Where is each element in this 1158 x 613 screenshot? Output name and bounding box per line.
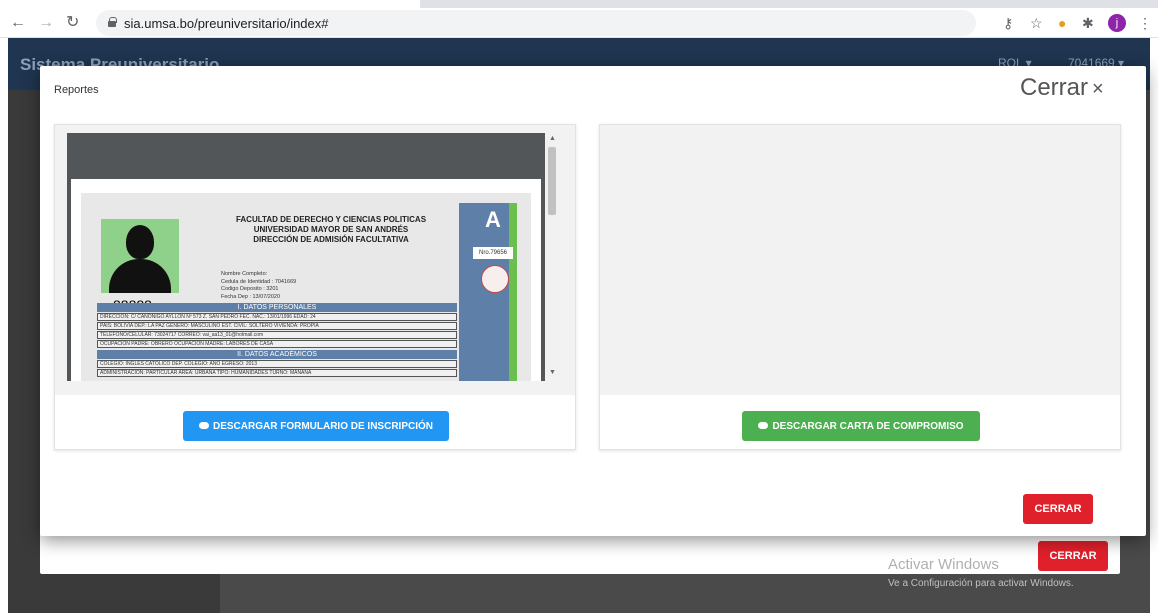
doc-row: DIRECCION: C/ CANONIGO AYLLON Nº 573 Z. … <box>97 313 457 321</box>
menu-dots-icon[interactable]: ⋮ <box>1138 15 1152 31</box>
category-letter: A <box>485 207 501 232</box>
document-header: FACULTAD DE DERECHO Y CIENCIAS POLITICAS… <box>235 215 427 244</box>
reload-icon[interactable]: ↻ <box>66 15 79 31</box>
modal-footer-close-button[interactable]: CERRAR <box>1023 494 1093 524</box>
cloud-download-icon <box>198 422 209 430</box>
commitment-letter-card: DESCARGAR CARTA DE COMPROMISO <box>599 124 1121 450</box>
close-icon: × <box>1092 78 1104 100</box>
modal-close-text: Cerrar <box>1020 74 1089 101</box>
download-commitment-letter-button[interactable]: DESCARGAR CARTA DE COMPROMISO <box>742 411 980 441</box>
windows-activation-subtitle: Ve a Configuración para activar Windows. <box>888 578 1074 589</box>
form-number: Nro.79656 <box>473 247 513 259</box>
reportes-modal: Reportes Cerrar× 88888 FACULTAD DE DEREC… <box>40 66 1146 536</box>
scrollbar-thumb[interactable] <box>548 147 556 215</box>
pdf-viewer[interactable]: 88888 FACULTAD DE DERECHO Y CIENCIAS POL… <box>67 133 559 381</box>
background-close-button[interactable]: CERRAR <box>1038 541 1108 571</box>
star-icon[interactable]: ☆ <box>1030 15 1043 31</box>
category-stripe: A <box>459 203 517 381</box>
address-bar[interactable]: sia.umsa.bo/preuniversitario/index# <box>96 10 976 36</box>
commitment-preview-area <box>600 125 1120 395</box>
section-personal: I. DATOS PERSONALES <box>97 303 457 312</box>
document-fields: Nombre Completo: Cedula de Identidad : 7… <box>221 271 297 300</box>
section-academic: II. DATOS ACADÉMICOS <box>97 350 457 359</box>
cookie-icon[interactable]: ● <box>1058 15 1066 31</box>
doc-row: COLEGIO: INGLES CATOLICO DEP. COLEGIO: A… <box>97 360 457 368</box>
pdf-preview-area: 88888 FACULTAD DE DERECHO Y CIENCIAS POL… <box>55 125 575 395</box>
scroll-down-icon[interactable]: ▼ <box>549 369 556 376</box>
lock-icon <box>108 17 117 27</box>
doc-row: TELEFONO/CELULAR: 73024717 CORREO: vai_a… <box>97 331 457 339</box>
doc-row: ADMINISTRACION: PARTICULAR AREA: URBANA … <box>97 369 457 377</box>
scroll-up-icon[interactable]: ▲ <box>549 135 556 142</box>
url-text: sia.umsa.bo/preuniversitario/index# <box>124 16 329 31</box>
doc-row: PAIS: BOLIVIA DEP.: LA PAZ GENERO: MASCU… <box>97 322 457 330</box>
pdf-scrollbar[interactable]: ▲ ▼ <box>545 133 559 381</box>
seal-icon <box>481 265 509 293</box>
browser-toolbar: ← → ↻ sia.umsa.bo/preuniversitario/index… <box>0 8 1158 38</box>
windows-activation-title: Activar Windows <box>888 556 999 573</box>
forward-arrow-icon[interactable]: → <box>38 15 54 31</box>
browser-tab[interactable] <box>0 0 420 8</box>
modal-title: Reportes <box>54 84 99 96</box>
back-arrow-icon[interactable]: ← <box>10 15 26 31</box>
pdf-page: 88888 FACULTAD DE DERECHO Y CIENCIAS POL… <box>71 179 541 381</box>
key-icon[interactable]: ⚷ <box>1003 15 1013 31</box>
doc-row: OCUPACION PADRE: OBRERO OCUPACION MADRE:… <box>97 340 457 348</box>
student-photo <box>101 219 179 293</box>
modal-close-link[interactable]: Cerrar × <box>1020 74 1104 102</box>
browser-tab-strip <box>0 0 1158 8</box>
cloud-download-icon <box>758 422 769 430</box>
inscription-form-card: 88888 FACULTAD DE DERECHO Y CIENCIAS POL… <box>54 124 576 450</box>
extensions-icon[interactable]: ✱ <box>1082 15 1094 31</box>
profile-avatar[interactable]: j <box>1108 14 1126 32</box>
download-inscription-form-button[interactable]: DESCARGAR FORMULARIO DE INSCRIPCIÓN <box>183 411 449 441</box>
